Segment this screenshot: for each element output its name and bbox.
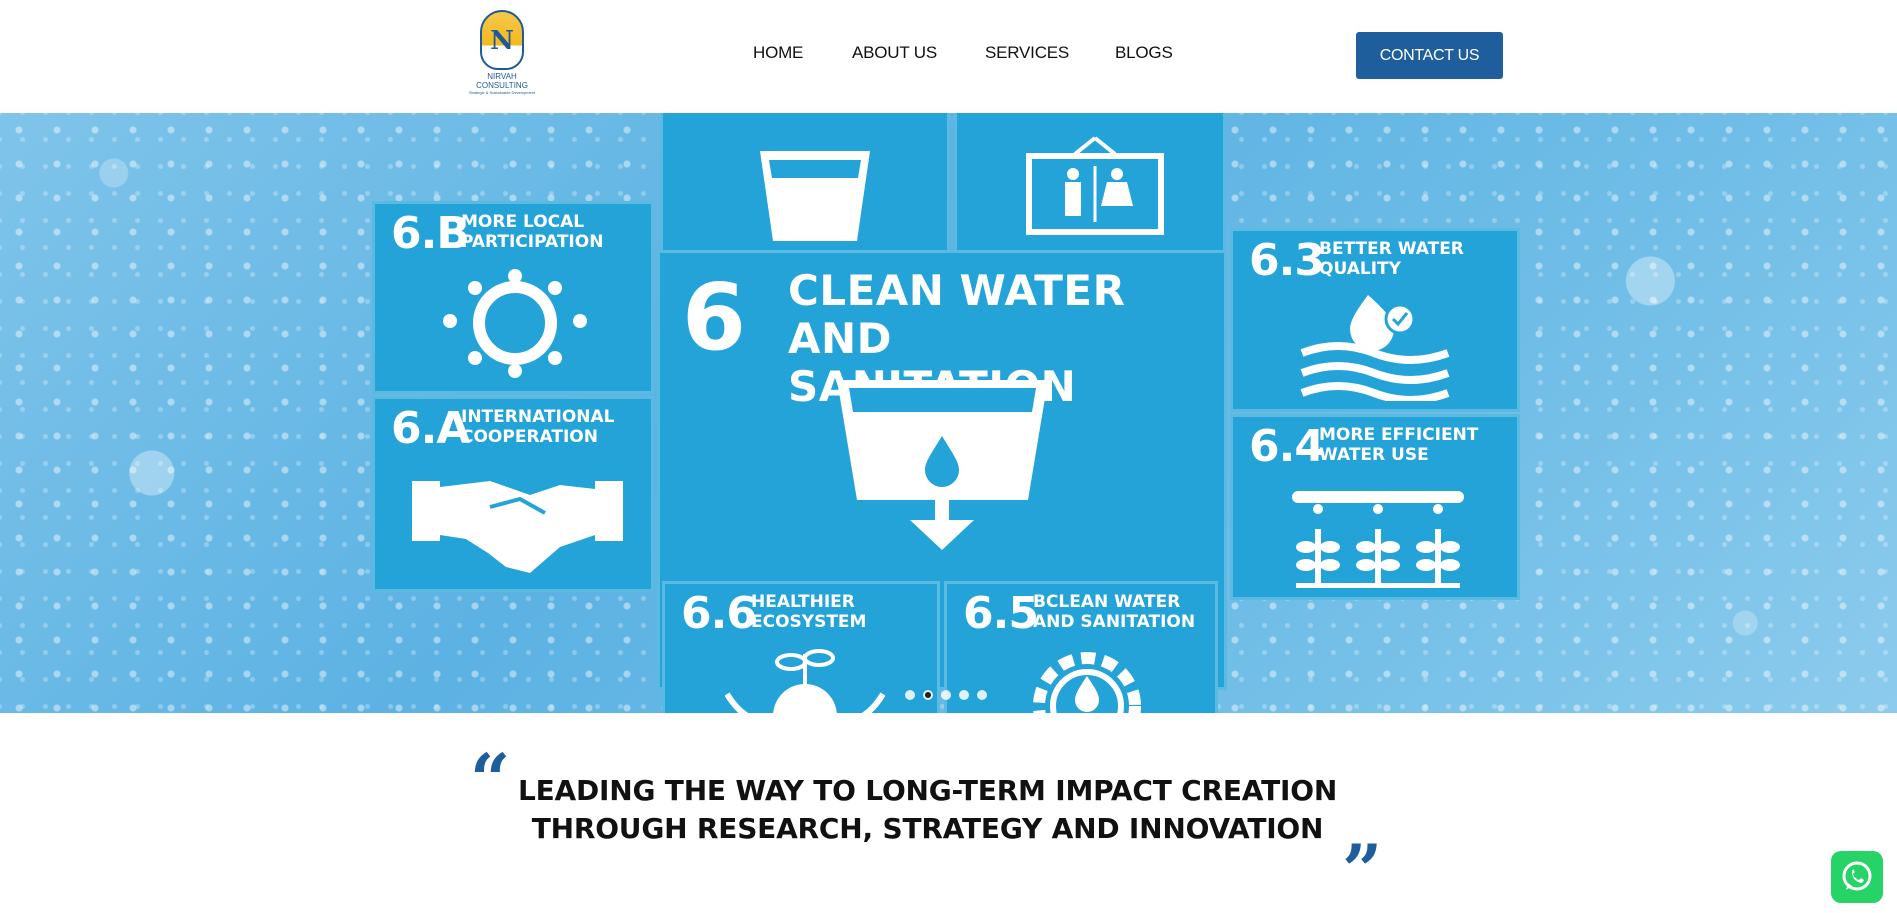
whatsapp-icon <box>1842 861 1872 891</box>
nav-services[interactable]: SERVICES <box>985 43 1069 63</box>
logo-letter: N <box>490 26 514 56</box>
tile-number: 6.B <box>391 208 470 259</box>
slide-dot-2[interactable] <box>923 690 933 700</box>
water-waves-icon <box>1300 295 1450 401</box>
tile-6-1-partial <box>660 113 950 253</box>
tile-number: 6.5 <box>963 588 1039 639</box>
tile-title: MORE LOCAL PARTICIPATION <box>461 212 604 252</box>
close-quote-icon: ” <box>1342 829 1383 912</box>
tile-6-4: 6.4 MORE EFFICIENT WATER USE <box>1230 414 1520 600</box>
tile-6-2-partial <box>954 113 1226 253</box>
slide-dot-1[interactable] <box>905 690 915 700</box>
logo-tagline: Strategic & Sustainable Development <box>468 90 536 95</box>
tile-number: 6.3 <box>1249 235 1325 286</box>
community-circle-icon <box>443 269 587 378</box>
tile-title: INTERNATIONAL COOPERATION <box>461 407 615 447</box>
tile-number: 6.4 <box>1249 421 1325 472</box>
logo-name: NIRVAH CONSULTING <box>476 72 528 90</box>
plant-globe-icon <box>725 649 885 713</box>
tile-title: BETTER WATER QUALITY <box>1319 239 1464 279</box>
tile-6-3: 6.3 BETTER WATER QUALITY <box>1230 228 1520 412</box>
slide-dot-4[interactable] <box>959 690 969 700</box>
tile-number: 6.6 <box>681 588 757 639</box>
contact-us-button[interactable]: CONTACT US <box>1356 32 1503 79</box>
handshake-icon <box>412 481 623 573</box>
hero-slider: 6.B MORE LOCAL PARTICIPATION 6.A INTERNA… <box>0 113 1897 713</box>
goal-number: 6 <box>682 264 747 371</box>
tile-title: HEALTHIER ECOSYSTEM <box>751 592 867 632</box>
glass-icon <box>760 151 870 241</box>
tile-title: BCLEAN WATER AND SANITATION <box>1033 592 1196 632</box>
slide-dot-5[interactable] <box>977 690 987 700</box>
irrigation-icon <box>1292 491 1464 588</box>
site-header: N NIRVAH CONSULTING Strategic & Sustaina… <box>0 0 1897 113</box>
nav-blogs[interactable]: BLOGS <box>1115 43 1173 63</box>
tile-6a: 6.A INTERNATIONAL COOPERATION <box>372 396 654 592</box>
nav-about-us[interactable]: ABOUT US <box>852 43 937 63</box>
water-glass-icon <box>837 380 1048 550</box>
site-logo[interactable]: N NIRVAH CONSULTING Strategic & Sustaina… <box>467 10 537 102</box>
slider-pagination <box>905 690 987 700</box>
page: N NIRVAH CONSULTING Strategic & Sustaina… <box>0 0 1897 913</box>
tile-number: 6.A <box>391 403 470 454</box>
nav-home[interactable]: HOME <box>753 43 803 63</box>
tile-6-6: 6.6 HEALTHIER ECOSYSTEM <box>662 581 940 713</box>
tagline-line-2: THROUGH RESEARCH, STRATEGY AND INNOVATIO… <box>531 812 1324 845</box>
gear-drop-icon <box>1033 652 1141 713</box>
tile-title: MORE EFFICIENT WATER USE <box>1319 425 1479 465</box>
restroom-icon <box>1026 136 1164 235</box>
logo-emblem: N <box>480 10 524 70</box>
slide-dot-3[interactable] <box>941 690 951 700</box>
tagline: LEADING THE WAY TO LONG-TERM IMPACT CREA… <box>500 772 1355 848</box>
whatsapp-button[interactable] <box>1831 851 1883 903</box>
tile-6b: 6.B MORE LOCAL PARTICIPATION <box>372 201 654 394</box>
tagline-line-1: LEADING THE WAY TO LONG-TERM IMPACT CREA… <box>517 774 1338 807</box>
